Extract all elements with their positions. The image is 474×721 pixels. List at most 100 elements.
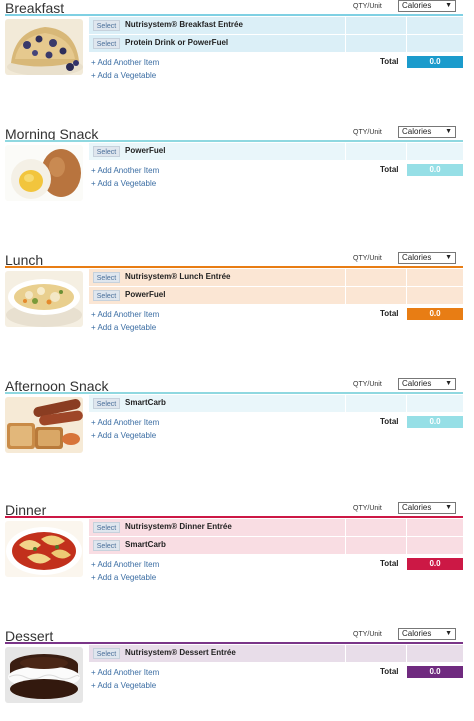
- add-vegetable-link[interactable]: + Add a Vegetable: [91, 177, 159, 190]
- select-food-button[interactable]: Select: [93, 38, 120, 49]
- nutrient-dropdown-value: Calories: [402, 503, 432, 512]
- calories-cell: [407, 287, 463, 304]
- add-another-item-link[interactable]: + Add Another Item: [91, 164, 159, 177]
- nutrient-dropdown-value: Calories: [402, 1, 432, 10]
- calories-cell: [407, 17, 463, 34]
- select-food-button[interactable]: Select: [93, 522, 120, 533]
- food-item-row: Select Protein Drink or PowerFuel: [89, 35, 463, 53]
- meal-section-dessert: Dessert QTY/Unit Calories ▼ Select Nutri…: [5, 628, 463, 721]
- food-item-row: Select Nutrisystem® Dessert Entrée: [89, 645, 463, 663]
- meal-divider: [5, 516, 463, 518]
- select-food-button[interactable]: Select: [93, 272, 120, 283]
- qty-cell[interactable]: [346, 395, 406, 412]
- ice-cream-sandwich-photo: [5, 647, 83, 703]
- qty-unit-label: QTY/Unit: [353, 381, 382, 388]
- calories-cell: [407, 143, 463, 160]
- meal-section-afternoon-snack: Afternoon Snack QTY/Unit Calories ▼ Sele…: [5, 378, 463, 478]
- food-item-row: Select PowerFuel: [89, 143, 463, 161]
- total-label: Total: [380, 165, 399, 174]
- add-vegetable-link[interactable]: + Add a Vegetable: [91, 321, 159, 334]
- food-item-list: Select Nutrisystem® Lunch Entrée Select …: [89, 269, 463, 305]
- food-item-list: Select PowerFuel: [89, 143, 463, 161]
- add-another-item-link[interactable]: + Add Another Item: [91, 56, 159, 69]
- add-links: + Add Another Item + Add a Vegetable: [91, 416, 159, 442]
- calories-cell: [407, 395, 463, 412]
- select-food-button[interactable]: Select: [93, 146, 120, 157]
- add-links: + Add Another Item + Add a Vegetable: [91, 558, 159, 584]
- meal-section-lunch: Lunch QTY/Unit Calories ▼ Select Nutrisy…: [5, 252, 463, 352]
- qty-cell[interactable]: [346, 269, 406, 286]
- select-food-button[interactable]: Select: [93, 20, 120, 31]
- food-item-list: Select Nutrisystem® Dinner Entrée Select…: [89, 519, 463, 555]
- total-label: Total: [380, 417, 399, 426]
- nutrient-dropdown[interactable]: Calories ▼: [398, 0, 456, 12]
- calories-cell: [407, 519, 463, 536]
- meal-section-breakfast: Breakfast QTY/Unit Calories ▼ Select Nut…: [5, 0, 463, 100]
- add-vegetable-link[interactable]: + Add a Vegetable: [91, 571, 159, 584]
- add-links: + Add Another Item + Add a Vegetable: [91, 164, 159, 190]
- select-food-button[interactable]: Select: [93, 290, 120, 301]
- nutrient-dropdown-value: Calories: [402, 379, 432, 388]
- total-value: 0.0: [407, 558, 463, 570]
- qty-cell[interactable]: [346, 143, 406, 160]
- total-label: Total: [380, 559, 399, 568]
- ravioli-photo: [5, 521, 83, 577]
- nutrient-dropdown[interactable]: Calories ▼: [398, 126, 456, 138]
- add-vegetable-link[interactable]: + Add a Vegetable: [91, 679, 159, 692]
- qty-cell[interactable]: [346, 519, 406, 536]
- chevron-down-icon: ▼: [445, 2, 452, 9]
- food-item-name: Nutrisystem® Lunch Entrée: [125, 272, 231, 281]
- qty-unit-label: QTY/Unit: [353, 129, 382, 136]
- chicken-soup-photo: [5, 271, 83, 327]
- qty-cell[interactable]: [346, 35, 406, 52]
- calories-cell: [407, 35, 463, 52]
- total-value: 0.0: [407, 56, 463, 68]
- chevron-down-icon: ▼: [445, 254, 452, 261]
- food-item-row: Select Nutrisystem® Breakfast Entrée: [89, 17, 463, 35]
- food-item-list: Select Nutrisystem® Breakfast Entrée Sel…: [89, 17, 463, 53]
- total-label: Total: [380, 309, 399, 318]
- add-another-item-link[interactable]: + Add Another Item: [91, 308, 159, 321]
- select-food-button[interactable]: Select: [93, 648, 120, 659]
- food-item-name: Nutrisystem® Dessert Entrée: [125, 648, 236, 657]
- qty-cell[interactable]: [346, 537, 406, 554]
- calories-cell: [407, 269, 463, 286]
- add-vegetable-link[interactable]: + Add a Vegetable: [91, 429, 159, 442]
- select-food-button[interactable]: Select: [93, 398, 120, 409]
- nutrient-dropdown[interactable]: Calories ▼: [398, 502, 456, 514]
- add-another-item-link[interactable]: + Add Another Item: [91, 416, 159, 429]
- chevron-down-icon: ▼: [445, 504, 452, 511]
- meal-divider: [5, 14, 463, 16]
- total-value: 0.0: [407, 416, 463, 428]
- nutrient-dropdown-value: Calories: [402, 253, 432, 262]
- nutrient-dropdown[interactable]: Calories ▼: [398, 252, 456, 264]
- select-food-button[interactable]: Select: [93, 540, 120, 551]
- food-item-name: SmartCarb: [125, 398, 166, 407]
- food-item-row: Select SmartCarb: [89, 395, 463, 413]
- blueberry-muffin-photo: [5, 19, 83, 75]
- total-value: 0.0: [407, 164, 463, 176]
- eggs-photo: [5, 145, 83, 201]
- sausages-and-bread-photo: [5, 397, 83, 453]
- total-label: Total: [380, 57, 399, 66]
- meal-divider: [5, 140, 463, 142]
- add-another-item-link[interactable]: + Add Another Item: [91, 666, 159, 679]
- add-another-item-link[interactable]: + Add Another Item: [91, 558, 159, 571]
- nutrient-dropdown[interactable]: Calories ▼: [398, 628, 456, 640]
- calories-cell: [407, 645, 463, 662]
- calories-cell: [407, 537, 463, 554]
- qty-cell[interactable]: [346, 17, 406, 34]
- nutrient-dropdown[interactable]: Calories ▼: [398, 378, 456, 390]
- qty-cell[interactable]: [346, 287, 406, 304]
- nutrient-dropdown-value: Calories: [402, 127, 432, 136]
- food-item-name: PowerFuel: [125, 146, 166, 155]
- meal-divider: [5, 642, 463, 644]
- add-vegetable-link[interactable]: + Add a Vegetable: [91, 69, 159, 82]
- food-item-list: Select Nutrisystem® Dessert Entrée: [89, 645, 463, 663]
- add-links: + Add Another Item + Add a Vegetable: [91, 308, 159, 334]
- food-item-row: Select Nutrisystem® Dinner Entrée: [89, 519, 463, 537]
- qty-cell[interactable]: [346, 645, 406, 662]
- qty-unit-label: QTY/Unit: [353, 255, 382, 262]
- meal-section-morning-snack: Morning Snack QTY/Unit Calories ▼ Select…: [5, 126, 463, 226]
- food-item-name: Protein Drink or PowerFuel: [125, 38, 229, 47]
